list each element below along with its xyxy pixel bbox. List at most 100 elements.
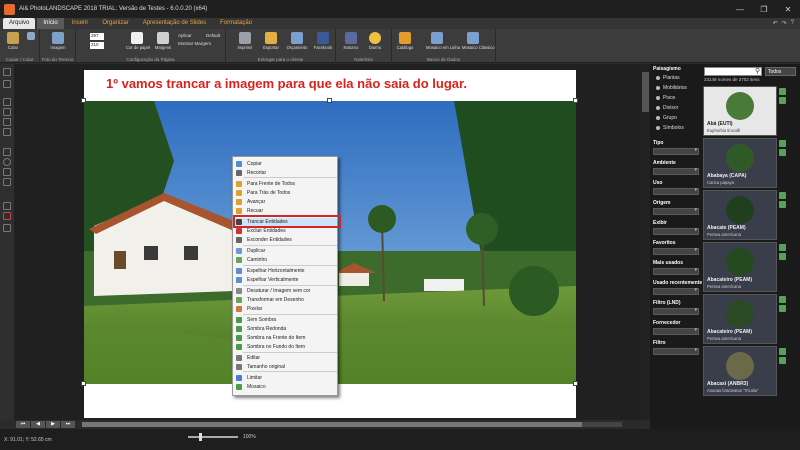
filter-select-tipo[interactable]	[653, 147, 699, 155]
context-menu-item[interactable]: Limitar	[235, 374, 337, 382]
filter-select-favoritos[interactable]	[653, 247, 699, 255]
favorite-icon[interactable]	[779, 201, 786, 208]
radio-mobiliarios[interactable]: Mobiliários	[656, 85, 687, 91]
layer-tool-icon[interactable]	[3, 224, 11, 232]
apply-button[interactable]: Aplicar	[178, 33, 192, 38]
filter-select-fornecedor[interactable]	[653, 327, 699, 335]
rectangle-tool-icon[interactable]	[3, 148, 11, 156]
radio-pisos[interactable]: Pisos	[656, 95, 675, 101]
horizontal-scrollbar[interactable]	[82, 422, 622, 427]
context-menu-item[interactable]: Copiar	[235, 160, 337, 168]
context-menu-item[interactable]: Esconder Entidades	[235, 236, 337, 244]
resize-handle[interactable]	[327, 98, 332, 103]
measure-tool-icon[interactable]	[3, 202, 11, 210]
zoom-slider[interactable]	[188, 433, 238, 441]
add-to-project-icon[interactable]	[779, 88, 786, 95]
add-to-project-icon[interactable]	[779, 244, 786, 251]
scrollbar-thumb[interactable]	[82, 422, 582, 427]
filter-select-ambiente[interactable]	[653, 167, 699, 175]
catalog-button[interactable]: Catálogo	[394, 32, 416, 50]
paper-color-button[interactable]: Cor de papel	[126, 32, 150, 50]
context-menu-item[interactable]: Para Trás de Todos	[235, 189, 337, 197]
plant-card[interactable]: Abá (EUTI) Euphorbia tirucalli	[703, 86, 777, 136]
context-menu-item[interactable]: Editar	[235, 354, 337, 362]
print-button[interactable]: Imprimir	[234, 32, 256, 50]
add-to-project-icon[interactable]	[779, 140, 786, 147]
undo-icon[interactable]: ↶	[773, 20, 778, 27]
last-page-button[interactable]: ⏭	[61, 421, 75, 428]
facebook-button[interactable]: Facebook	[312, 32, 334, 50]
context-menu-item[interactable]: Sombra Redonda	[235, 325, 337, 333]
search-input[interactable]	[704, 67, 762, 76]
plant-card[interactable]: Ababaya (CAPA) Carica papaya	[703, 138, 777, 188]
eraser-tool-icon[interactable]	[3, 212, 11, 220]
context-menu-item[interactable]: Excluir Entidades	[235, 227, 337, 235]
zoom-area-icon[interactable]	[3, 128, 11, 136]
context-menu-item[interactable]: Desaturar / Imagem sem cor	[235, 287, 337, 295]
context-menu-item[interactable]: Caminho	[235, 256, 337, 264]
copy-button[interactable]	[20, 32, 42, 40]
tab-apresentacao[interactable]: Apresentação de Slides	[137, 18, 212, 29]
context-menu-item[interactable]: Sombra no Fundo do Item	[235, 343, 337, 351]
margins-button[interactable]: Margens	[152, 32, 174, 50]
plant-card[interactable]: Abacate (PEAM) Persea americana	[703, 190, 777, 240]
context-menu-item[interactable]: Avançar	[235, 198, 337, 206]
mosaic-line-button[interactable]: Mosaico em Linha	[426, 32, 460, 50]
context-menu-item[interactable]: Espelhar Horizontalmente	[235, 267, 337, 275]
resize-handle[interactable]	[573, 381, 578, 386]
favorite-icon[interactable]	[779, 357, 786, 364]
plant-card[interactable]: Abacaxi (ANBR3) Ananas bracteatus 'Tricol…	[703, 346, 777, 396]
add-to-project-icon[interactable]	[779, 348, 786, 355]
page-width-input[interactable]: 297	[90, 33, 104, 40]
context-menu-item[interactable]: Sombra na Frente do Item	[235, 334, 337, 342]
context-menu-item[interactable]: Tamanho original	[235, 363, 337, 371]
zoom-out-icon[interactable]	[3, 108, 11, 116]
polygon-tool-icon[interactable]	[3, 168, 11, 176]
zoom-in-icon[interactable]	[3, 98, 11, 106]
image-button[interactable]: Imagem	[47, 32, 69, 50]
filter-select-exibir[interactable]	[653, 227, 699, 235]
context-menu-item[interactable]: Transformar em Desenho	[235, 296, 337, 304]
ellipse-tool-icon[interactable]	[3, 158, 11, 166]
scrollbar-thumb[interactable]	[642, 72, 649, 112]
maximize-button[interactable]: ❐	[752, 0, 776, 18]
search-icon[interactable]: ⚲	[755, 67, 763, 76]
redo-icon[interactable]: ↷	[782, 20, 787, 27]
context-menu-item[interactable]: Para Frente de Todos	[235, 180, 337, 188]
resize-handle[interactable]	[81, 381, 86, 386]
filter-select-uso[interactable]	[653, 187, 699, 195]
minimize-button[interactable]: —	[728, 0, 752, 18]
favorite-icon[interactable]	[779, 97, 786, 104]
help-icon[interactable]: ?	[791, 20, 794, 27]
close-button[interactable]: ✕	[776, 0, 800, 18]
add-to-project-icon[interactable]	[779, 192, 786, 199]
resize-handle[interactable]	[573, 98, 578, 103]
radio-divisor[interactable]: Divisor	[656, 105, 678, 111]
tab-organizar[interactable]: Organizar	[96, 18, 134, 29]
favorite-icon[interactable]	[779, 253, 786, 260]
tab-inserir[interactable]: Inserir	[66, 18, 95, 29]
night-button[interactable]: Noturno	[340, 32, 362, 50]
page-height-input[interactable]: 210	[90, 42, 104, 49]
context-menu-item[interactable]: Sem Sombra	[235, 316, 337, 324]
plant-card[interactable]: Abacateiro (PEAM) Persea americana	[703, 242, 777, 292]
vertical-scrollbar[interactable]	[641, 64, 650, 420]
prev-page-button[interactable]: ◀	[31, 421, 45, 428]
default-button[interactable]: Default	[206, 33, 220, 38]
zoom-slider-knob[interactable]	[199, 433, 202, 441]
favorite-icon[interactable]	[779, 149, 786, 156]
show-margin-checkbox[interactable]: Mostrar Margem	[178, 41, 211, 46]
radio-grupo[interactable]: Grupo	[656, 115, 677, 121]
select-tool-icon[interactable]	[3, 68, 11, 76]
context-menu-item[interactable]: Pixelar	[235, 305, 337, 313]
zoom-fit-icon[interactable]	[3, 118, 11, 126]
radio-plantas[interactable]: Plantas	[656, 75, 680, 81]
pointer-tool-icon[interactable]	[3, 80, 11, 88]
filter-select-mais-usados[interactable]	[653, 267, 699, 275]
favorite-icon[interactable]	[779, 305, 786, 312]
filter-select-origem[interactable]	[653, 207, 699, 215]
tab-inicio[interactable]: Início	[37, 18, 64, 29]
first-page-button[interactable]: ⏮	[16, 421, 30, 428]
context-menu-item[interactable]: Recortar	[235, 169, 337, 177]
filter-select-filtro[interactable]	[653, 347, 699, 355]
